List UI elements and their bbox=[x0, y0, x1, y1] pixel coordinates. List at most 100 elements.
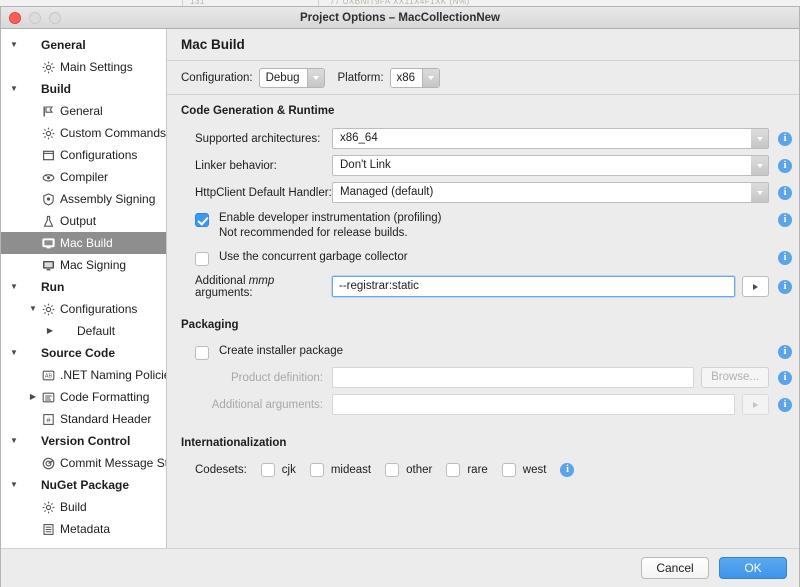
httpclient-handler-select[interactable]: Managed (default) bbox=[332, 182, 769, 203]
dialog-footer: Cancel OK bbox=[1, 548, 800, 587]
sidebar-item-default[interactable]: ▶Default bbox=[1, 320, 166, 342]
info-icon[interactable]: i bbox=[778, 345, 792, 359]
supported-architectures-select[interactable]: x86_64 bbox=[332, 128, 769, 149]
developer-instrumentation-checkbox[interactable] bbox=[195, 213, 209, 227]
sidebar-item-label: General bbox=[38, 38, 86, 52]
chevron-right-icon[interactable]: ▶ bbox=[26, 386, 40, 408]
info-icon[interactable]: i bbox=[778, 159, 792, 173]
developer-instrumentation-row: Enable developer instrumentation (profil… bbox=[167, 211, 799, 241]
codeset-cjk-checkbox[interactable] bbox=[261, 463, 275, 477]
codeset-cjk[interactable]: cjk bbox=[261, 463, 296, 477]
ok-button[interactable]: OK bbox=[719, 557, 787, 579]
chevron-down-icon[interactable]: ▼ bbox=[7, 78, 21, 100]
sidebar-item-net-naming-policies[interactable]: AB.NET Naming Policies bbox=[1, 364, 166, 386]
concurrent-gc-checkbox[interactable] bbox=[195, 252, 209, 266]
sidebar-item-main-settings[interactable]: Main Settings bbox=[1, 56, 166, 78]
sidebar-item-compiler[interactable]: Compiler bbox=[1, 166, 166, 188]
codesets-row: Codesets: cjkmideastotherrarewest i bbox=[167, 457, 799, 483]
info-icon[interactable]: i bbox=[778, 371, 792, 385]
sidebar-item-build[interactable]: ▼Build bbox=[1, 78, 166, 100]
chevron-down-icon[interactable]: ▼ bbox=[7, 474, 21, 496]
info-icon[interactable]: i bbox=[778, 251, 792, 265]
section-title-code-generation: Code Generation & Runtime bbox=[167, 105, 799, 117]
sidebar-item-run[interactable]: ▼Run bbox=[1, 276, 166, 298]
info-icon[interactable]: i bbox=[778, 186, 792, 200]
mmp-arguments-row: Additional mmp arguments: --registrar:st… bbox=[167, 273, 799, 300]
compiler-icon bbox=[40, 171, 57, 184]
chevron-down-icon[interactable]: ▼ bbox=[26, 298, 40, 320]
codeset-rare[interactable]: rare bbox=[446, 463, 487, 477]
sidebar-item-custom-commands[interactable]: Custom Commands bbox=[1, 122, 166, 144]
sidebar-item-nuget-package[interactable]: ▼NuGet Package bbox=[1, 474, 166, 496]
info-icon[interactable]: i bbox=[778, 132, 792, 146]
sidebar-item-general[interactable]: General bbox=[1, 100, 166, 122]
httpclient-handler-row: HttpClient Default Handler: Managed (def… bbox=[167, 179, 799, 206]
additional-arguments-expand-button[interactable] bbox=[742, 394, 769, 415]
section-title-internationalization: Internationalization bbox=[167, 437, 799, 449]
codeset-other-checkbox[interactable] bbox=[385, 463, 399, 477]
sidebar-item-label: Configurations bbox=[57, 148, 137, 162]
info-icon[interactable]: i bbox=[778, 398, 792, 412]
sidebar-item-mac-build[interactable]: Mac Build bbox=[1, 232, 166, 254]
sidebar-item-label: Version Control bbox=[38, 434, 130, 448]
platform-select[interactable]: x86 bbox=[390, 68, 441, 88]
sidebar-item-code-formatting[interactable]: ▶ Code Formatting bbox=[1, 386, 166, 408]
supported-architectures-row: Supported architectures: x86_64 i bbox=[167, 125, 799, 152]
sidebar-item-version-control[interactable]: ▼ Version Control bbox=[1, 430, 166, 452]
sidebar-item-label: Compiler bbox=[57, 170, 108, 184]
browse-button[interactable]: Browse... bbox=[701, 367, 769, 388]
chevron-down-icon[interactable]: ▼ bbox=[7, 342, 21, 364]
settings-content: Code Generation & Runtime Supported arch… bbox=[167, 95, 799, 483]
chevron-down-icon bbox=[422, 69, 439, 87]
mmp-arguments-expand-button[interactable] bbox=[742, 276, 769, 297]
codeset-mideast-checkbox[interactable] bbox=[310, 463, 324, 477]
mmp-arguments-input[interactable]: --registrar:static bbox=[332, 276, 735, 297]
additional-arguments-label: Additional arguments: bbox=[195, 399, 332, 411]
chevron-right-icon[interactable]: ▶ bbox=[43, 320, 57, 342]
sidebar-item-general[interactable]: ▼ General bbox=[1, 34, 166, 56]
codeset-west[interactable]: west bbox=[502, 463, 547, 477]
sidebar-item-label: Source Code bbox=[38, 346, 115, 360]
shield-icon bbox=[40, 193, 57, 206]
zoom-button-icon[interactable] bbox=[49, 12, 61, 24]
chevron-down-icon[interactable]: ▼ bbox=[7, 34, 21, 56]
window-title: Project Options – MacCollectionNew bbox=[1, 7, 799, 29]
product-definition-input[interactable] bbox=[332, 367, 694, 388]
hash-icon: # bbox=[40, 413, 57, 426]
mmp-arguments-label: Additional mmp arguments: bbox=[195, 275, 332, 299]
sidebar-item-build[interactable]: Build bbox=[1, 496, 166, 518]
create-installer-checkbox[interactable] bbox=[195, 346, 209, 360]
sidebar-item-source-code[interactable]: ▼ Source Code bbox=[1, 342, 166, 364]
svg-text:#: # bbox=[47, 415, 51, 424]
sidebar-item-output[interactable]: Output bbox=[1, 210, 166, 232]
configuration-select[interactable]: Debug bbox=[259, 68, 325, 88]
info-icon[interactable]: i bbox=[778, 213, 792, 227]
chevron-down-icon[interactable]: ▼ bbox=[7, 430, 21, 452]
chevron-down-icon[interactable]: ▼ bbox=[7, 276, 21, 298]
sidebar-item-assembly-signing[interactable]: Assembly Signing bbox=[1, 188, 166, 210]
sidebar-item-commit-message-style[interactable]: Commit Message Style bbox=[1, 452, 166, 474]
format-icon bbox=[40, 391, 57, 404]
sidebar-item-configurations[interactable]: ▼Configurations bbox=[1, 298, 166, 320]
info-icon[interactable]: i bbox=[560, 463, 574, 477]
sidebar-item-label: General bbox=[57, 104, 103, 118]
sidebar-item-mac-signing[interactable]: Mac Signing bbox=[1, 254, 166, 276]
linker-behavior-select[interactable]: Don't Link bbox=[332, 155, 769, 176]
minimize-button-icon[interactable] bbox=[29, 12, 41, 24]
codeset-mideast[interactable]: mideast bbox=[310, 463, 371, 477]
sidebar-item-label: Commit Message Style bbox=[57, 456, 167, 470]
info-icon[interactable]: i bbox=[778, 280, 792, 294]
cancel-button[interactable]: Cancel bbox=[641, 557, 709, 579]
settings-sidebar[interactable]: ▼GeneralMain Settings▼BuildGeneralCustom… bbox=[1, 29, 167, 549]
sidebar-item-metadata[interactable]: Metadata bbox=[1, 518, 166, 540]
close-button-icon[interactable] bbox=[9, 12, 21, 24]
codeset-west-checkbox[interactable] bbox=[502, 463, 516, 477]
sidebar-item-label: Code Formatting bbox=[57, 390, 149, 404]
sidebar-item-configurations[interactable]: Configurations bbox=[1, 144, 166, 166]
linker-behavior-value: Don't Link bbox=[333, 156, 751, 175]
additional-arguments-input[interactable] bbox=[332, 394, 735, 415]
codeset-cjk-label: cjk bbox=[275, 464, 296, 476]
codeset-other[interactable]: other bbox=[385, 463, 432, 477]
sidebar-item-standard-header[interactable]: #Standard Header bbox=[1, 408, 166, 430]
codeset-rare-checkbox[interactable] bbox=[446, 463, 460, 477]
